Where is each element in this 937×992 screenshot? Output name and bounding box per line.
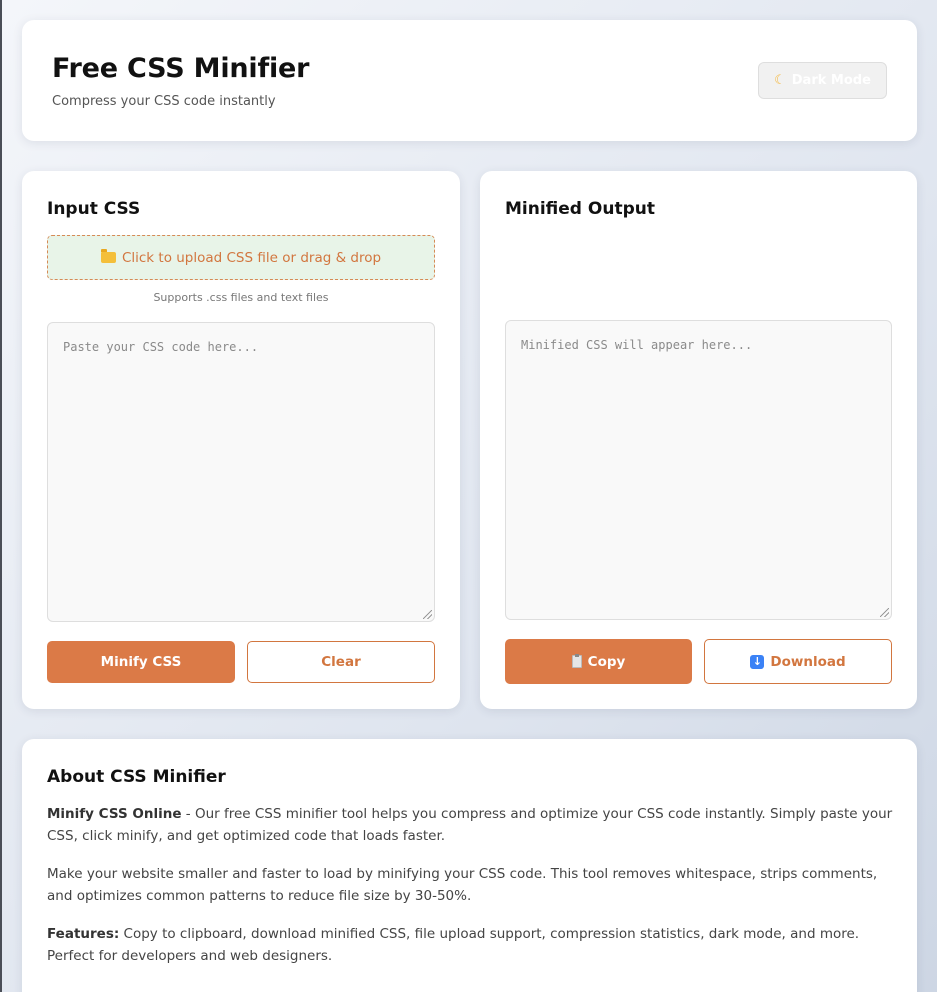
header-card: Free CSS Minifier Compress your CSS code…: [22, 20, 917, 141]
copy-label: Copy: [587, 653, 626, 670]
download-label: Download: [770, 653, 846, 670]
window-edge: [0, 0, 2, 992]
input-panel: Input CSS Click to upload CSS file or dr…: [22, 171, 460, 709]
clear-button[interactable]: Clear: [247, 641, 435, 683]
about-paragraph-1: Minify CSS Online - Our free CSS minifie…: [47, 803, 897, 847]
input-panel-title: Input CSS: [47, 199, 141, 219]
page-subtitle: Compress your CSS code instantly: [52, 94, 276, 109]
css-input-placeholder: Paste your CSS code here...: [63, 340, 259, 354]
output-panel-title: Minified Output: [505, 199, 655, 219]
page-title: Free CSS Minifier: [52, 53, 310, 84]
css-output-textarea[interactable]: Minified CSS will appear here...: [505, 320, 892, 620]
about-p3-text: Copy to clipboard, download minified CSS…: [47, 926, 860, 964]
about-p3-strong: Features:: [47, 926, 120, 942]
folder-icon: [100, 249, 116, 263]
css-output-placeholder: Minified CSS will appear here...: [521, 338, 753, 352]
resize-handle[interactable]: [423, 610, 432, 619]
about-title: About CSS Minifier: [47, 767, 226, 787]
dark-mode-button[interactable]: ☾ Dark Mode: [758, 62, 887, 99]
resize-handle[interactable]: [880, 608, 889, 617]
about-p1-strong: Minify CSS Online: [47, 806, 182, 822]
about-paragraph-3: Features: Copy to clipboard, download mi…: [47, 923, 897, 967]
about-paragraph-2: Make your website smaller and faster to …: [47, 866, 878, 904]
dark-mode-label: Dark Mode: [791, 73, 871, 88]
moon-icon: ☾: [774, 73, 786, 88]
output-panel: Minified Output Minified CSS will appear…: [480, 171, 917, 709]
upload-label: Click to upload CSS file or drag & drop: [121, 249, 382, 266]
copy-button[interactable]: Copy: [505, 639, 692, 684]
upload-hint: Supports .css files and text files: [153, 291, 329, 304]
minify-button[interactable]: Minify CSS: [47, 641, 235, 683]
file-upload-dropzone[interactable]: Click to upload CSS file or drag & drop: [47, 235, 435, 280]
download-arrow-icon: ↓: [750, 654, 765, 669]
about-section: About CSS Minifier Minify CSS Online - O…: [22, 739, 917, 992]
download-button[interactable]: ↓ Download: [704, 639, 892, 684]
css-input-textarea[interactable]: Paste your CSS code here...: [47, 322, 435, 622]
clipboard-icon: [571, 654, 582, 668]
